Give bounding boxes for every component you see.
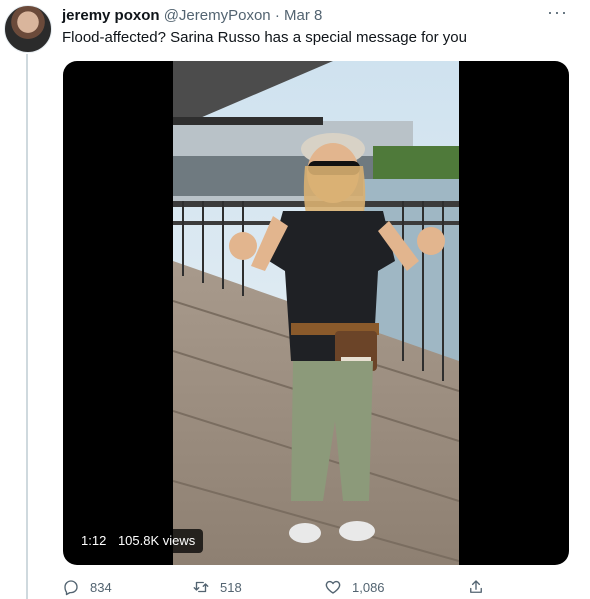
video-stats-overlay: 1:12 105.8K views — [73, 529, 204, 553]
reply-button[interactable]: 834 — [62, 576, 112, 598]
reply-count: 834 — [90, 579, 112, 595]
like-icon — [325, 580, 341, 594]
thread-line — [26, 54, 28, 599]
video-frame[interactable] — [173, 61, 459, 565]
separator: · — [274, 7, 280, 24]
user-handle[interactable]: @JeremyPoxon — [164, 7, 271, 24]
video-player[interactable]: 1:12 105.8K views — [63, 61, 569, 565]
tweet-actions: 834 518 1,086 — [62, 576, 502, 598]
more-icon[interactable]: ··· — [547, 2, 568, 23]
reply-icon — [64, 580, 78, 596]
like-count: 1,086 — [352, 579, 385, 595]
tweet-text: Flood-affected? Sarina Russo has a speci… — [62, 29, 467, 46]
retweet-button[interactable]: 518 — [192, 576, 242, 598]
video-views: 105.8K views — [117, 533, 196, 548]
video-duration: 1:12 — [81, 533, 107, 548]
video-thumbnail — [173, 61, 459, 565]
share-icon — [470, 580, 482, 593]
tweet-header: jeremy poxon @JeremyPoxon · Mar 8 — [62, 6, 550, 26]
display-name[interactable]: jeremy poxon — [62, 7, 160, 24]
avatar[interactable] — [4, 5, 52, 53]
share-button[interactable] — [467, 576, 495, 598]
retweet-icon — [193, 581, 209, 593]
like-button[interactable]: 1,086 — [324, 576, 385, 598]
retweet-count: 518 — [220, 579, 242, 595]
tweet-date[interactable]: Mar 8 — [284, 7, 322, 24]
